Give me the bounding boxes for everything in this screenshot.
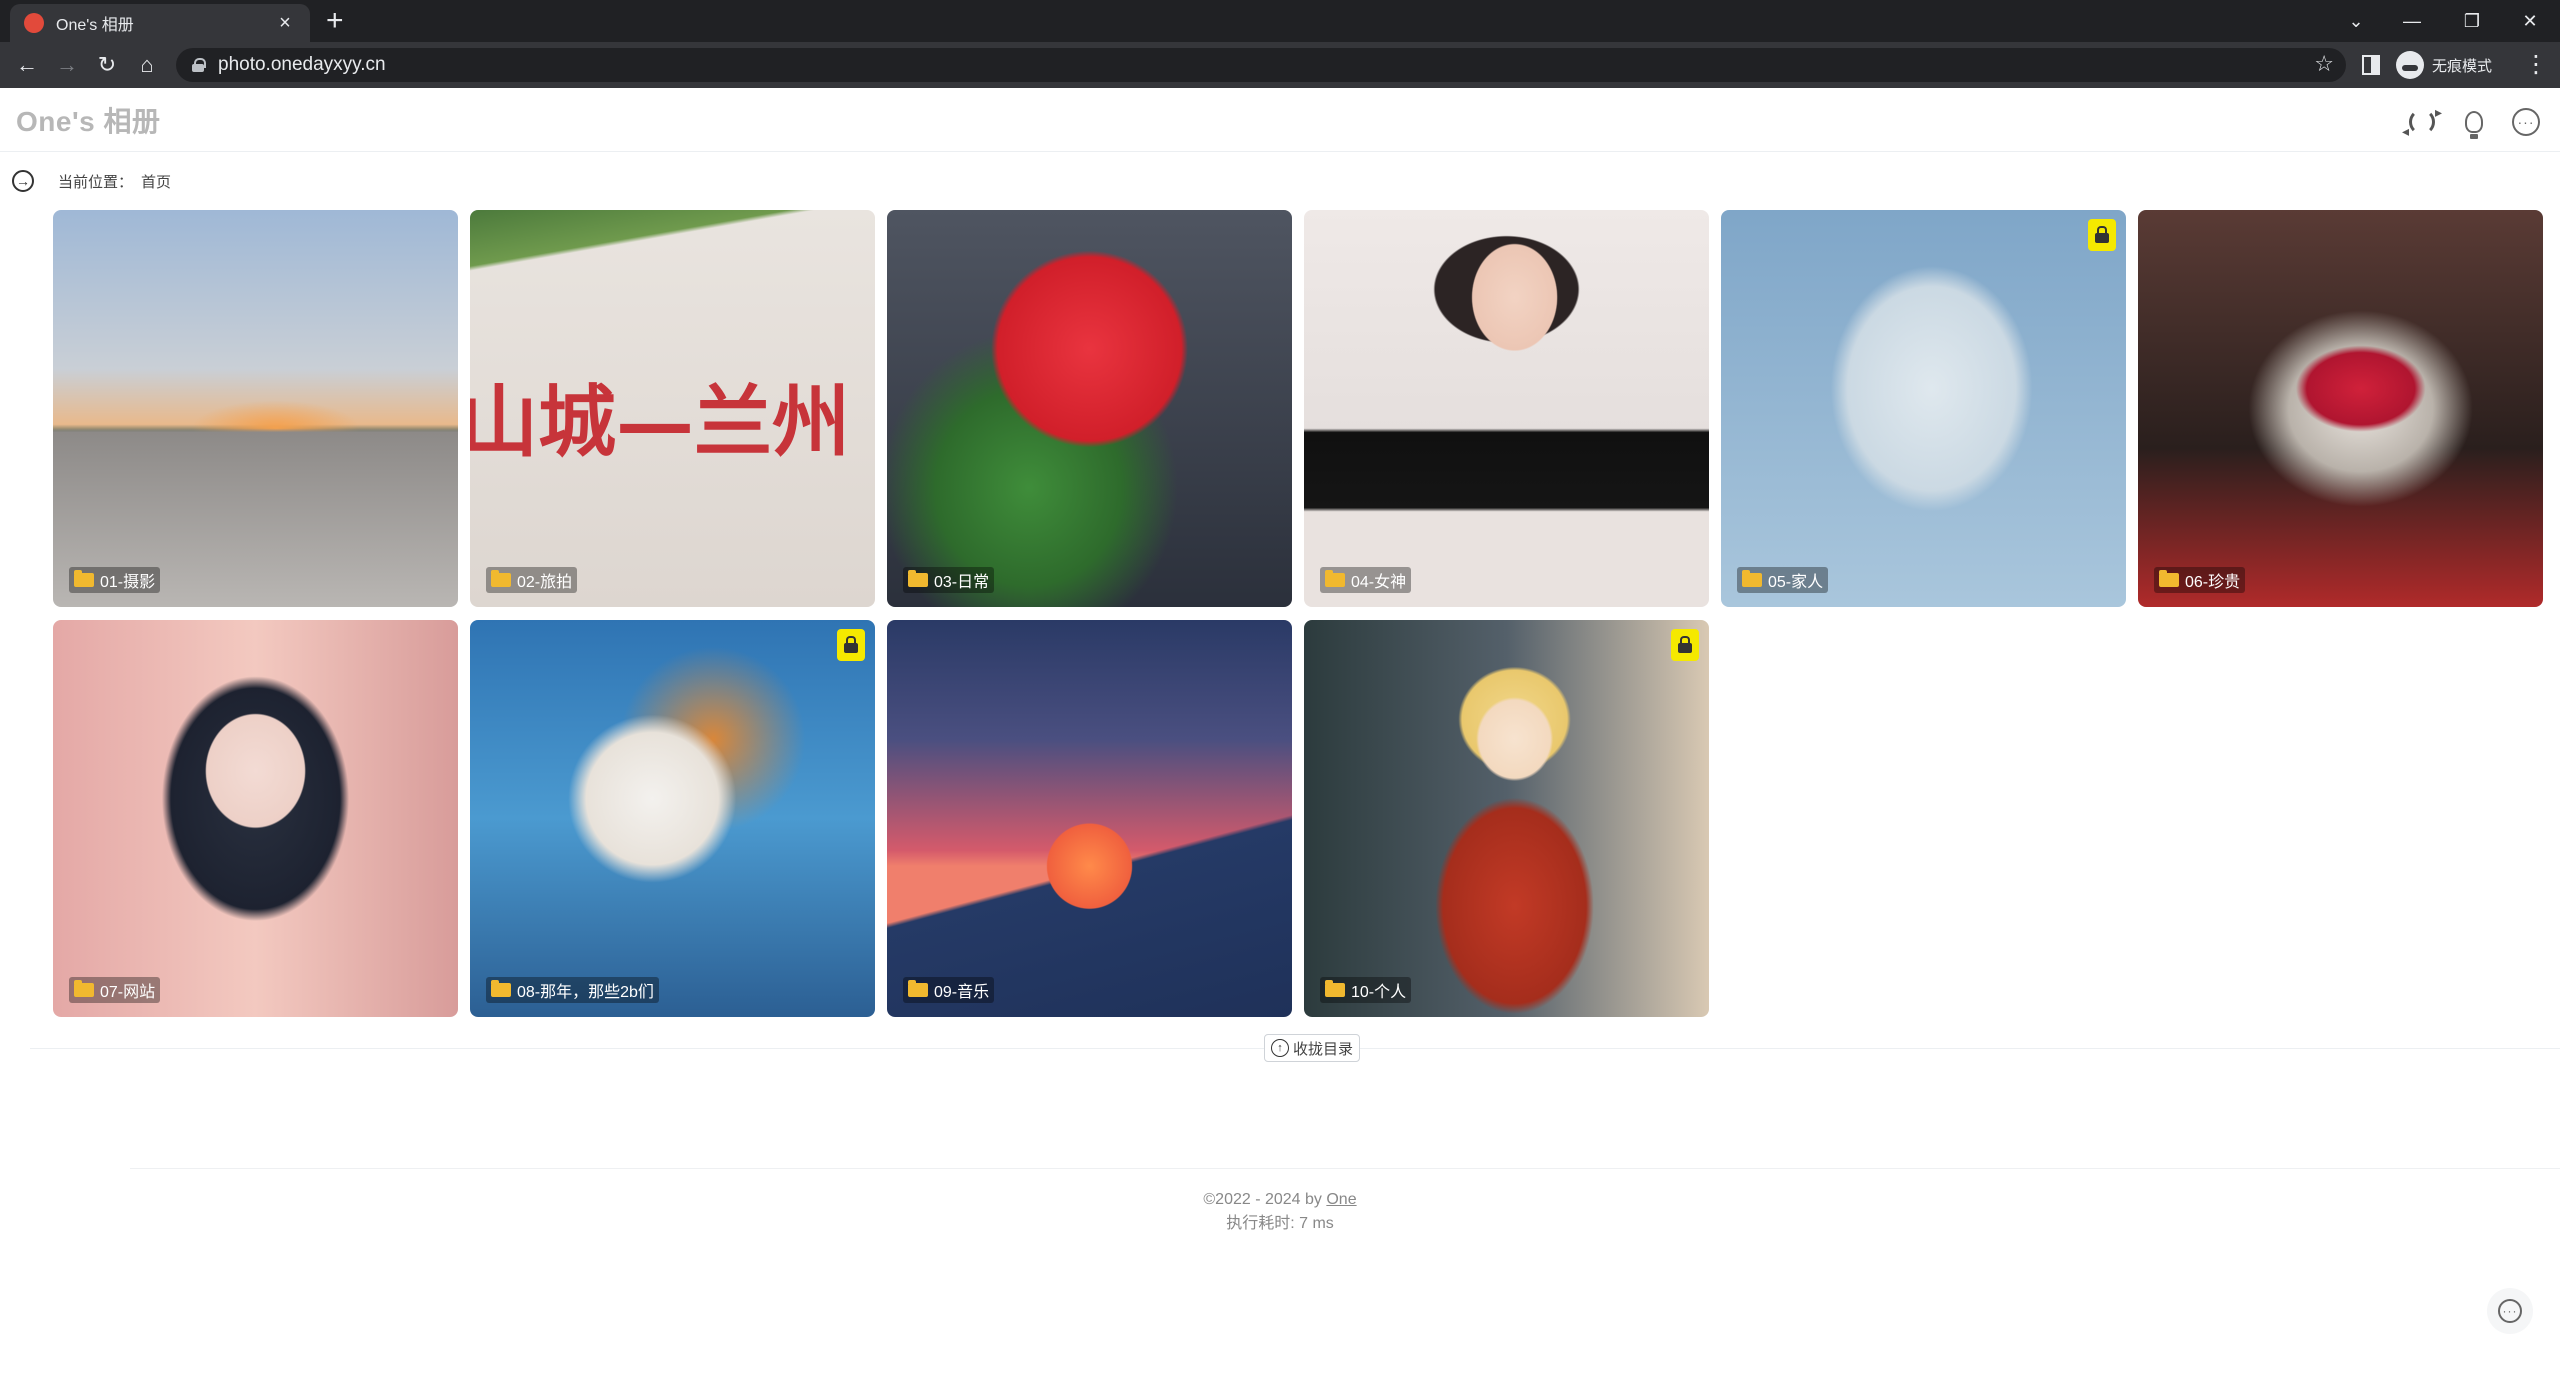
site-header: One's 相册 ··· xyxy=(0,88,2560,152)
album-label: 01-摄影 xyxy=(69,567,161,593)
album-title: 03-日常 xyxy=(934,574,990,591)
folder-icon xyxy=(1325,980,1345,997)
breadcrumb-label: 当前位置： xyxy=(58,173,134,191)
folder-icon xyxy=(908,980,928,997)
site-favicon-icon xyxy=(24,13,44,33)
breadcrumb-home-link[interactable]: 首页 xyxy=(141,171,171,192)
album-label: 04-女神 xyxy=(1320,567,1412,593)
chat-bubble-icon: ··· xyxy=(2512,108,2540,136)
wall-text: 山城—兰州 xyxy=(470,377,851,468)
browser-tab[interactable]: One's 相册 × xyxy=(10,4,310,42)
refresh-icon xyxy=(2402,104,2442,140)
folder-icon xyxy=(1742,570,1762,587)
incognito-icon xyxy=(2396,51,2424,79)
secure-lock-icon[interactable] xyxy=(192,58,206,72)
folder-icon xyxy=(1325,570,1345,587)
footer-divider xyxy=(130,1168,2560,1169)
album-title: 02-旅拍 xyxy=(517,574,573,591)
author-link[interactable]: One xyxy=(1326,1191,1356,1208)
tab-title: One's 相册 xyxy=(56,17,134,34)
album-title: 04-女神 xyxy=(1351,574,1407,591)
album-label: 02-旅拍 xyxy=(486,567,578,593)
folder-icon xyxy=(908,570,928,587)
bookmark-star-icon[interactable]: ☆ xyxy=(2314,51,2334,77)
album-label: 09-音乐 xyxy=(903,977,995,1003)
collapse-directory-button[interactable]: ↑ 收拢目录 xyxy=(1264,1034,1361,1062)
arrow-up-circle-icon: ↑ xyxy=(1271,1039,1289,1057)
new-tab-icon[interactable]: + xyxy=(326,6,344,36)
browser-tabstrip: One's 相册 × + ⌄ — ❐ ✕ xyxy=(0,0,2560,42)
theme-toggle-button[interactable] xyxy=(2458,106,2490,139)
album-title: 08-那年，那些2b们 xyxy=(517,984,654,1001)
album-card[interactable]: 07-网站 xyxy=(53,620,458,1017)
browser-toolbar: ← → ↻ ⌂ photo.onedayxyy.cn ☆ 无痕模式 ⋮ xyxy=(0,42,2560,88)
album-card[interactable]: 05-家人 xyxy=(1721,210,2126,607)
album-title: 01-摄影 xyxy=(100,574,156,591)
refresh-button[interactable] xyxy=(2402,104,2442,140)
album-label: 06-珍贵 xyxy=(2154,567,2246,593)
album-card[interactable]: 03-日常 xyxy=(887,210,1292,607)
back-icon[interactable]: ← xyxy=(12,50,42,80)
incognito-profile-button[interactable]: 无痕模式 xyxy=(2396,50,2492,80)
tab-close-icon[interactable]: × xyxy=(274,12,296,35)
album-card[interactable]: 04-女神 xyxy=(1304,210,1709,607)
address-bar[interactable]: photo.onedayxyy.cn ☆ xyxy=(176,48,2346,82)
browser-menu-icon[interactable]: ⋮ xyxy=(2524,50,2548,79)
arrow-right-circle-icon[interactable]: → xyxy=(12,170,34,192)
album-label: 03-日常 xyxy=(903,567,995,593)
chat-bubble-icon: ··· xyxy=(2498,1299,2522,1323)
folder-icon xyxy=(491,570,511,587)
folder-icon xyxy=(491,980,511,997)
album-title: 06-珍贵 xyxy=(2185,574,2241,591)
copyright-line: ©2022 - 2024 by One xyxy=(0,1188,2560,1212)
reload-icon[interactable]: ↻ xyxy=(92,50,122,80)
site-logo[interactable]: One's 相册 xyxy=(16,100,160,140)
album-label: 08-那年，那些2b们 xyxy=(486,977,659,1003)
album-title: 05-家人 xyxy=(1768,574,1824,591)
lock-icon xyxy=(2088,219,2116,251)
album-card[interactable]: 08-那年，那些2b们 xyxy=(470,620,875,1017)
folder-icon xyxy=(2159,570,2179,587)
breadcrumb: → 当前位置： 首页 xyxy=(12,168,171,194)
album-card[interactable]: 山城—兰州 02-旅拍 xyxy=(470,210,875,607)
album-card[interactable]: 09-音乐 xyxy=(887,620,1292,1017)
runtime-text: 执行耗时: 7 ms xyxy=(1226,1215,1334,1232)
comment-button[interactable]: ··· xyxy=(2510,106,2542,138)
album-card[interactable]: 01-摄影 xyxy=(53,210,458,607)
album-title: 07-网站 xyxy=(100,984,156,1001)
album-card[interactable]: 10-个人 xyxy=(1304,620,1709,1017)
album-label: 07-网站 xyxy=(69,977,161,1003)
copyright-text: ©2022 - 2024 by xyxy=(1203,1191,1327,1208)
lock-icon xyxy=(1671,629,1699,661)
restore-icon[interactable]: ❐ xyxy=(2444,0,2500,42)
folder-icon xyxy=(74,570,94,587)
floating-chat-button[interactable]: ··· xyxy=(2487,1288,2533,1334)
album-card[interactable]: 06-珍贵 xyxy=(2138,210,2543,607)
forward-icon[interactable]: → xyxy=(52,50,82,80)
side-panel-icon[interactable] xyxy=(2362,55,2380,75)
lightbulb-icon xyxy=(2465,111,2483,139)
album-title: 10-个人 xyxy=(1351,984,1407,1001)
url-text: photo.onedayxyy.cn xyxy=(218,54,386,75)
collapse-label: 收拢目录 xyxy=(1293,1040,1354,1058)
close-window-icon[interactable]: ✕ xyxy=(2502,0,2558,42)
home-icon[interactable]: ⌂ xyxy=(132,50,162,80)
incognito-label: 无痕模式 xyxy=(2432,57,2493,75)
folder-icon xyxy=(74,980,94,997)
album-label: 05-家人 xyxy=(1737,567,1829,593)
minimize-icon[interactable]: — xyxy=(2384,0,2440,42)
lock-icon xyxy=(837,629,865,661)
site-footer: ©2022 - 2024 by One 执行耗时: 7 ms xyxy=(0,1188,2560,1236)
album-label: 10-个人 xyxy=(1320,977,1412,1003)
album-title: 09-音乐 xyxy=(934,984,990,1001)
tab-search-chevron-icon[interactable]: ⌄ xyxy=(2328,0,2384,42)
